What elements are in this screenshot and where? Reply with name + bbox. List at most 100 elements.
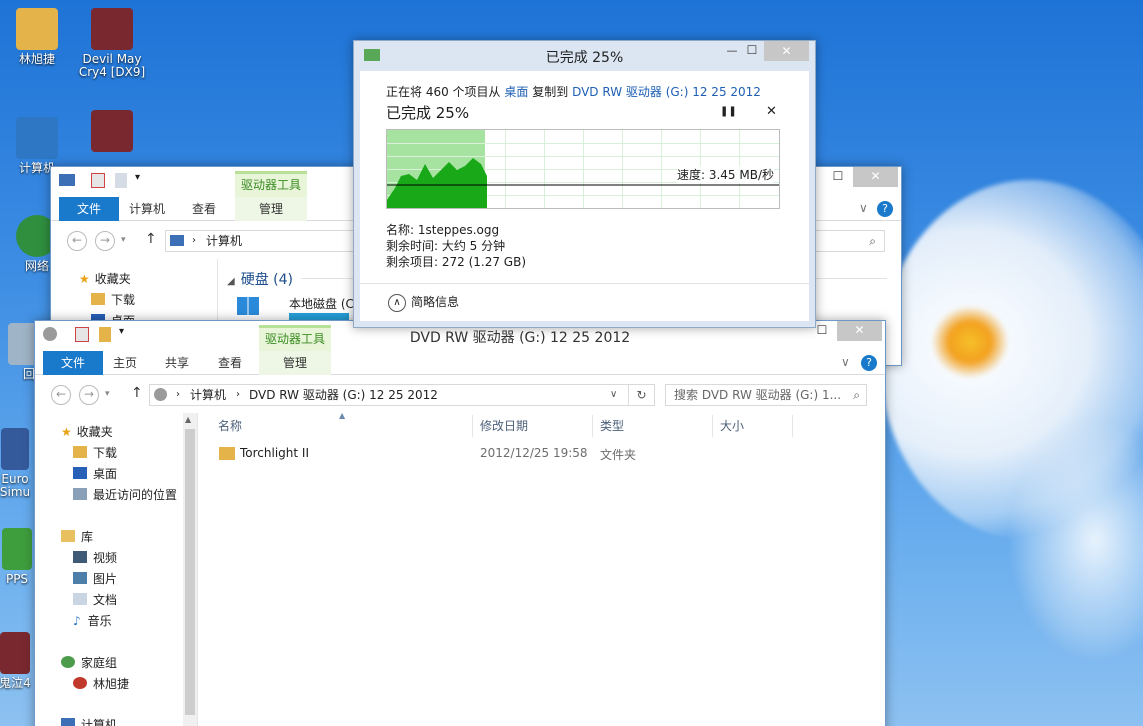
- pause-button[interactable]: ❚❚: [720, 106, 737, 117]
- dvd-drive-icon: [154, 388, 167, 401]
- folder-icon: [91, 293, 105, 305]
- nav-libraries[interactable]: 库: [61, 529, 93, 545]
- computer-icon: [170, 235, 184, 246]
- nav-recent[interactable]: 最近访问的位置: [73, 487, 177, 503]
- recent-places-icon: [73, 488, 87, 500]
- drive-c-label[interactable]: 本地磁盘 (C: [289, 295, 354, 312]
- search-icon[interactable]: ⌕: [853, 385, 860, 405]
- close-button[interactable]: ✕: [764, 41, 809, 61]
- desktop-icon: [73, 467, 87, 479]
- breadcrumb-computer[interactable]: 计算机: [190, 385, 226, 405]
- folder-icon: [73, 446, 87, 458]
- speed-label: 速度: 3.45 MB/秒: [676, 166, 774, 183]
- search-icon[interactable]: ⌕: [869, 231, 876, 251]
- up-button[interactable]: ↑: [145, 231, 157, 247]
- breadcrumb-arrow-icon: ›: [192, 235, 196, 246]
- items-remaining-label: 剩余项目: 272 (1.27 GB): [386, 255, 527, 269]
- tab-file[interactable]: 文件: [43, 351, 103, 375]
- window-title: DVD RW 驱动器 (G:) 12 25 2012: [409, 330, 631, 346]
- back-button[interactable]: ←: [51, 385, 71, 405]
- breadcrumb-dvd[interactable]: DVD RW 驱动器 (G:) 12 25 2012: [249, 385, 438, 405]
- expand-ribbon-icon[interactable]: ∨: [859, 201, 868, 215]
- nav-favorites[interactable]: ★ 收藏夹: [79, 271, 131, 287]
- nav-documents[interactable]: 文档: [73, 592, 117, 608]
- recent-dropdown-icon[interactable]: ▾: [105, 389, 110, 399]
- forward-button[interactable]: →: [95, 231, 115, 251]
- nav-downloads[interactable]: 下载: [73, 445, 117, 461]
- help-icon[interactable]: ?: [861, 355, 877, 371]
- tab-share[interactable]: 共享: [157, 351, 197, 375]
- star-icon: ★: [61, 425, 72, 439]
- file-type: 文件夹: [600, 448, 637, 462]
- nav-desktop[interactable]: 桌面: [73, 466, 117, 482]
- group-header-harddisks[interactable]: ◢ 硬盘 (4): [227, 269, 293, 289]
- file-modified: 2012/12/25 19:58: [480, 446, 588, 460]
- nav-homegroup[interactable]: 家庭组: [61, 655, 117, 671]
- expand-ribbon-icon[interactable]: ∨: [841, 355, 850, 369]
- address-dropdown-icon[interactable]: ∨: [610, 385, 617, 405]
- nav-videos[interactable]: 视频: [73, 550, 117, 566]
- recent-dropdown-icon[interactable]: ▾: [121, 235, 126, 245]
- copy-progress-dialog[interactable]: 已完成 25% — ☐ ✕ 正在将 460 个项目从 桌面 复制到 DVD RW…: [353, 40, 816, 328]
- status-heading: 已完成 25%: [386, 104, 470, 122]
- table-row[interactable]: Torchlight II 2012/12/25 19:58 文件夹: [213, 443, 863, 465]
- breadcrumb-computer[interactable]: 计算机: [206, 231, 242, 251]
- nav-user[interactable]: 林旭捷: [73, 676, 129, 692]
- nav-favorites[interactable]: ★ 收藏夹: [61, 424, 113, 440]
- drive-tools-header: 驱动器工具: [259, 325, 331, 351]
- search-input[interactable]: 搜索 DVD RW 驱动器 (G:) 1...: [674, 388, 841, 402]
- tab-view[interactable]: 查看: [181, 197, 227, 221]
- back-button[interactable]: ←: [67, 231, 87, 251]
- address-bar[interactable]: › 计算机 › DVD RW 驱动器 (G:) 12 25 2012 ∨ ↻: [149, 384, 655, 406]
- computer-icon: [59, 174, 75, 186]
- desktop-icon-user[interactable]: 林旭捷: [2, 8, 72, 66]
- nav-pictures[interactable]: 图片: [73, 571, 117, 587]
- refresh-icon[interactable]: ↻: [628, 385, 654, 405]
- copy-message: 正在将 460 个项目从 桌面 复制到 DVD RW 驱动器 (G:) 12 2…: [386, 85, 761, 99]
- maximize-button[interactable]: ☐: [824, 167, 852, 187]
- cancel-button[interactable]: ✕: [766, 104, 777, 119]
- close-button[interactable]: ✕: [853, 167, 898, 187]
- scroll-up-icon[interactable]: ▲: [185, 415, 191, 424]
- computer-icon: [61, 718, 75, 726]
- up-button[interactable]: ↑: [131, 385, 143, 401]
- search-box[interactable]: 搜索 DVD RW 驱动器 (G:) 1... ⌕: [665, 384, 867, 406]
- nav-downloads[interactable]: 下载: [91, 292, 135, 308]
- column-size[interactable]: 大小: [715, 415, 793, 437]
- nav-computer[interactable]: 计算机: [61, 717, 117, 726]
- forward-button[interactable]: →: [79, 385, 99, 405]
- destination-link[interactable]: DVD RW 驱动器 (G:) 12 25 2012: [572, 85, 761, 99]
- nav-divider: [197, 413, 198, 726]
- library-icon: [61, 530, 75, 542]
- column-type[interactable]: 类型: [595, 415, 713, 437]
- drive-tools-header: 驱动器工具: [235, 171, 307, 197]
- nav-music[interactable]: ♪ 音乐: [73, 613, 112, 629]
- pps-icon: [2, 528, 32, 570]
- desktop-icon-dmc4[interactable]: Devil May Cry4 [DX9]: [77, 8, 147, 79]
- tab-home[interactable]: 主页: [105, 351, 145, 375]
- nav-scrollbar[interactable]: ▲: [183, 413, 197, 726]
- tab-file[interactable]: 文件: [59, 197, 119, 221]
- details-toggle[interactable]: ∧ 简略信息: [388, 293, 459, 312]
- close-button[interactable]: ✕: [837, 321, 882, 341]
- tab-manage[interactable]: 驱动器工具 管理: [235, 171, 307, 221]
- progress-graph: 速度: 3.45 MB/秒: [386, 129, 780, 209]
- truck-game-icon: [1, 428, 29, 470]
- windows-drive-icon: [237, 297, 259, 315]
- tab-computer[interactable]: 计算机: [121, 197, 173, 221]
- front-explorer-window[interactable]: ▾ DVD RW 驱动器 (G:) 12 25 2012 ☐ ✕ 文件 主页 共…: [34, 320, 886, 726]
- desktop-icon-dmc4-2[interactable]: [77, 110, 147, 155]
- dialog-body: 正在将 460 个项目从 桌面 复制到 DVD RW 驱动器 (G:) 12 2…: [360, 71, 809, 321]
- tab-view[interactable]: 查看: [209, 351, 251, 375]
- ribbon-tabs: 文件 主页 共享 查看 驱动器工具 管理 ∨ ?: [35, 325, 885, 375]
- column-modified[interactable]: 修改日期: [475, 415, 593, 437]
- source-link[interactable]: 桌面: [504, 85, 528, 99]
- maximize-button[interactable]: ☐: [740, 41, 764, 61]
- customize-quick-access-icon[interactable]: ▾: [135, 172, 140, 183]
- new-folder-icon[interactable]: [115, 173, 127, 188]
- properties-icon[interactable]: [91, 173, 105, 188]
- game-icon: [0, 632, 30, 674]
- help-icon[interactable]: ?: [877, 201, 893, 217]
- tab-manage[interactable]: 驱动器工具 管理: [259, 325, 331, 375]
- scroll-thumb[interactable]: [185, 429, 195, 715]
